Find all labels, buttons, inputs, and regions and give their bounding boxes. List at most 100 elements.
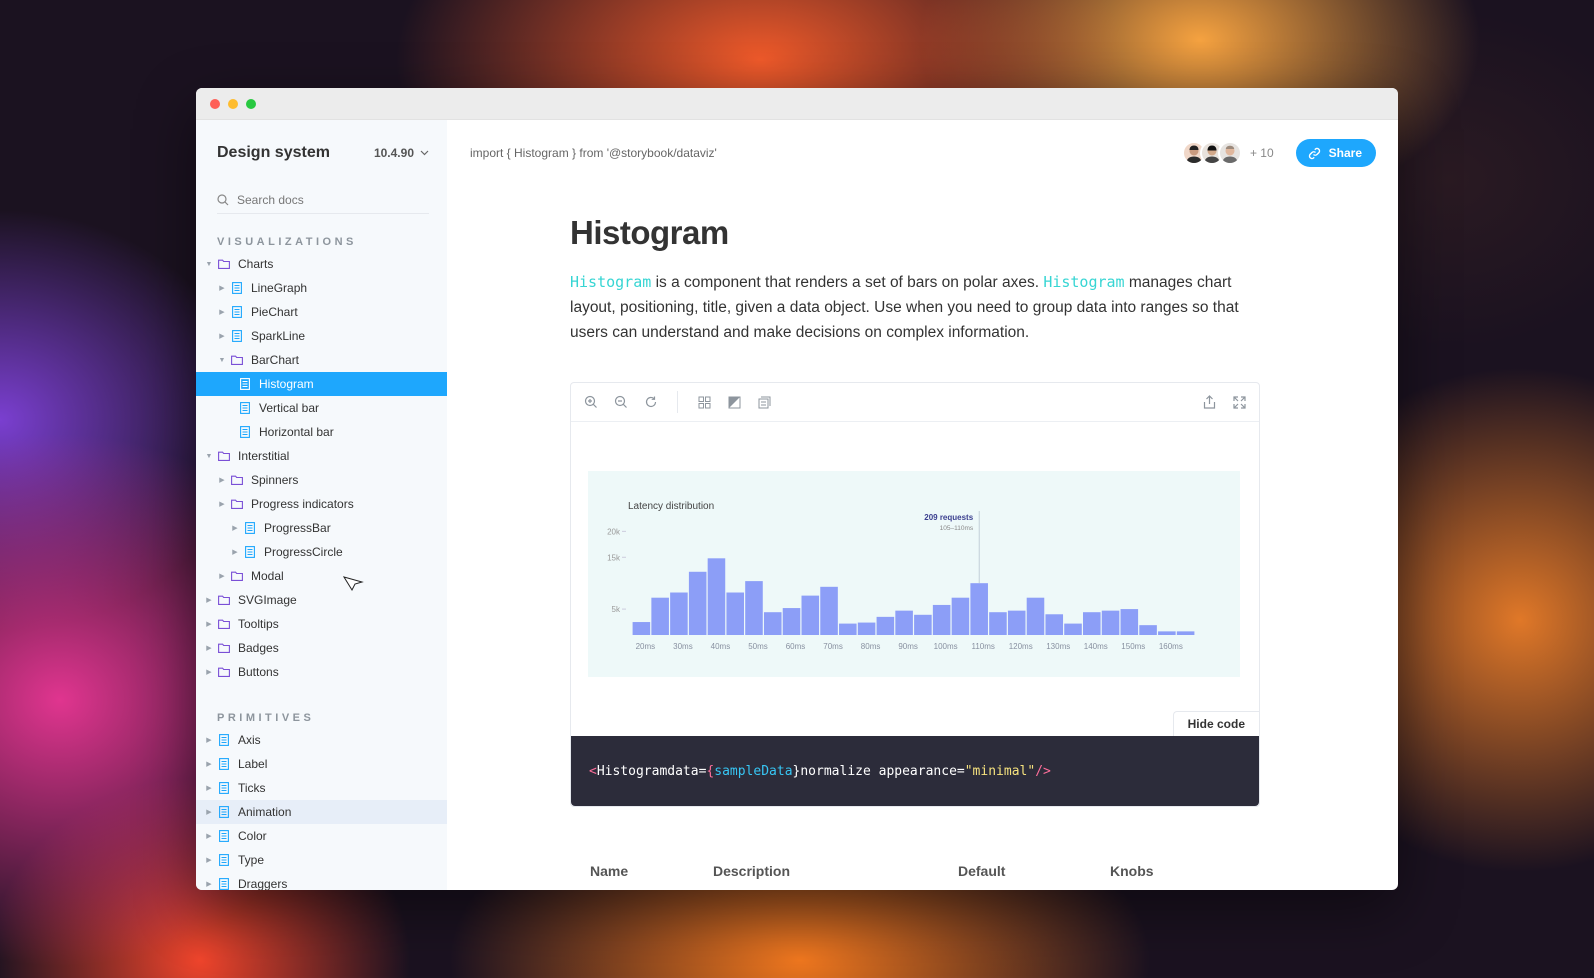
inline-code: Histogram <box>570 273 652 291</box>
sidebar-item-vertical-bar[interactable]: Vertical bar <box>196 396 447 420</box>
grid-icon[interactable] <box>696 394 712 410</box>
caret-right-icon[interactable]: ▶ <box>230 524 240 532</box>
caret-right-icon[interactable]: ▶ <box>217 284 227 292</box>
caret-right-icon[interactable]: ▶ <box>204 856 214 864</box>
chevron-down-icon <box>420 150 429 156</box>
search-input[interactable] <box>237 192 417 207</box>
document-icon <box>218 854 230 866</box>
reset-zoom-icon[interactable] <box>643 394 659 410</box>
outline-icon[interactable] <box>756 394 772 410</box>
sidebar-item-charts[interactable]: ▼ Charts <box>196 252 447 276</box>
sidebar-item-animation[interactable]: ▶ Animation <box>196 800 447 824</box>
caret-right-icon[interactable]: ▶ <box>217 308 227 316</box>
sidebar-item-color[interactable]: ▶ Color <box>196 824 447 848</box>
main-content: import { Histogram } from '@storybook/da… <box>447 120 1398 890</box>
sidebar-item-label: Histogram <box>259 377 314 391</box>
sidebar-item-axis[interactable]: ▶ Axis <box>196 728 447 752</box>
caret-right-icon[interactable]: ▶ <box>204 736 214 744</box>
document-icon <box>218 830 230 842</box>
caret-right-icon[interactable]: ▶ <box>204 808 214 816</box>
caret-right-icon[interactable]: ▶ <box>204 596 214 604</box>
sidebar-item-label[interactable]: ▶ Label <box>196 752 447 776</box>
histogram-bar <box>1101 610 1120 635</box>
sidebar-item-label: LineGraph <box>251 281 308 295</box>
code-snippet[interactable]: < Histogram data={sampleData} normalize a… <box>571 736 1259 806</box>
x-tick-label: 60ms <box>786 642 806 651</box>
caret-right-icon[interactable]: ▶ <box>204 620 214 628</box>
sidebar-item-badges[interactable]: ▶ Badges <box>196 636 447 660</box>
highlight-sublabel: 105–110ms <box>940 525 974 532</box>
more-collaborators-count[interactable]: + 10 <box>1250 146 1274 160</box>
folder-icon <box>218 643 230 654</box>
sidebar-item-buttons[interactable]: ▶ Buttons <box>196 660 447 684</box>
caret-down-icon[interactable]: ▼ <box>204 261 214 268</box>
close-window-button[interactable] <box>210 98 220 109</box>
caret-right-icon[interactable]: ▶ <box>204 832 214 840</box>
caret-right-icon[interactable]: ▶ <box>204 880 214 888</box>
share-button[interactable]: Share <box>1295 139 1376 167</box>
sidebar-item-spinners[interactable]: ▶ Spinners <box>196 468 447 492</box>
sidebar-item-horizontal-bar[interactable]: Horizontal bar <box>196 420 447 444</box>
sidebar-tree-list: ▼ Charts ▶ LineGraph ▶ PieChart ▶ SparkLine ▼ Bar… <box>196 252 447 684</box>
sidebar-item-linegraph[interactable]: ▶ LineGraph <box>196 276 447 300</box>
caret-right-icon[interactable]: ▶ <box>217 572 227 580</box>
sidebar-section-title: PRIMITIVES <box>217 712 315 724</box>
caret-right-icon[interactable]: ▶ <box>217 476 227 484</box>
sidebar-item-barchart[interactable]: ▼ BarChart <box>196 348 447 372</box>
document-icon <box>244 522 256 534</box>
caret-right-icon[interactable]: ▶ <box>204 644 214 652</box>
sidebar-item-progresscircle[interactable]: ▶ ProgressCircle <box>196 540 447 564</box>
zoom-out-icon[interactable] <box>613 394 629 410</box>
caret-down-icon[interactable]: ▼ <box>204 453 214 460</box>
x-tick-label: 90ms <box>898 642 918 651</box>
x-tick-label: 150ms <box>1121 642 1145 651</box>
sidebar-item-label: Interstitial <box>238 449 290 463</box>
document-icon <box>218 734 230 746</box>
sidebar-item-progressbar[interactable]: ▶ ProgressBar <box>196 516 447 540</box>
code-token: normalize appearance= <box>800 763 965 779</box>
document-icon <box>218 758 230 770</box>
sidebar-item-svgimage[interactable]: ▶ SVGImage <box>196 588 447 612</box>
sidebar-item-label: Ticks <box>238 781 266 795</box>
code-token: } <box>792 763 801 779</box>
sidebar-item-interstitial[interactable]: ▼ Interstitial <box>196 444 447 468</box>
sidebar-item-tooltips[interactable]: ▶ Tooltips <box>196 612 447 636</box>
caret-right-icon[interactable]: ▶ <box>204 760 214 768</box>
sidebar-item-histogram[interactable]: Histogram <box>196 372 447 396</box>
hide-code-button[interactable]: Hide code <box>1172 711 1259 736</box>
avatar[interactable] <box>1217 141 1242 165</box>
sidebar-item-label: Buttons <box>238 665 279 679</box>
window-titlebar <box>196 88 1398 120</box>
code-token: sampleData <box>714 763 793 779</box>
zoom-in-icon[interactable] <box>583 394 599 410</box>
caret-right-icon[interactable]: ▶ <box>204 784 214 792</box>
sidebar-item-ticks[interactable]: ▶ Ticks <box>196 776 447 800</box>
share-export-icon[interactable] <box>1201 394 1217 410</box>
version-selector[interactable]: 10.4.90 <box>374 146 429 160</box>
caret-right-icon[interactable]: ▶ <box>204 668 214 676</box>
minimize-window-button[interactable] <box>228 98 238 109</box>
caret-right-icon[interactable]: ▶ <box>230 548 240 556</box>
sidebar-item-type[interactable]: ▶ Type <box>196 848 447 872</box>
caret-right-icon[interactable]: ▶ <box>217 332 227 340</box>
code-token: < <box>589 763 597 779</box>
highlight-label: 209 requests <box>924 513 973 522</box>
sidebar-item-sparkline[interactable]: ▶ SparkLine <box>196 324 447 348</box>
sidebar-item-progress-indicators[interactable]: ▶ Progress indicators <box>196 492 447 516</box>
sidebar-item-label: Draggers <box>238 877 288 890</box>
document-icon <box>239 402 251 414</box>
caret-down-icon[interactable]: ▼ <box>217 357 227 364</box>
zoom-window-button[interactable] <box>246 98 256 109</box>
histogram-bar <box>782 608 801 635</box>
sidebar-item-modal[interactable]: ▶ Modal <box>196 564 447 588</box>
fullscreen-icon[interactable] <box>1231 394 1247 410</box>
collaborator-avatars[interactable] <box>1181 141 1242 165</box>
x-tick-label: 30ms <box>673 642 693 651</box>
mouse-cursor-icon <box>343 576 364 592</box>
sidebar-item-piechart[interactable]: ▶ PieChart <box>196 300 447 324</box>
sidebar-item-draggers[interactable]: ▶ Draggers <box>196 872 447 890</box>
sidebar-item-label: Tooltips <box>238 617 279 631</box>
caret-right-icon[interactable]: ▶ <box>217 500 227 508</box>
histogram-bar <box>914 614 932 635</box>
background-icon[interactable] <box>726 394 742 410</box>
